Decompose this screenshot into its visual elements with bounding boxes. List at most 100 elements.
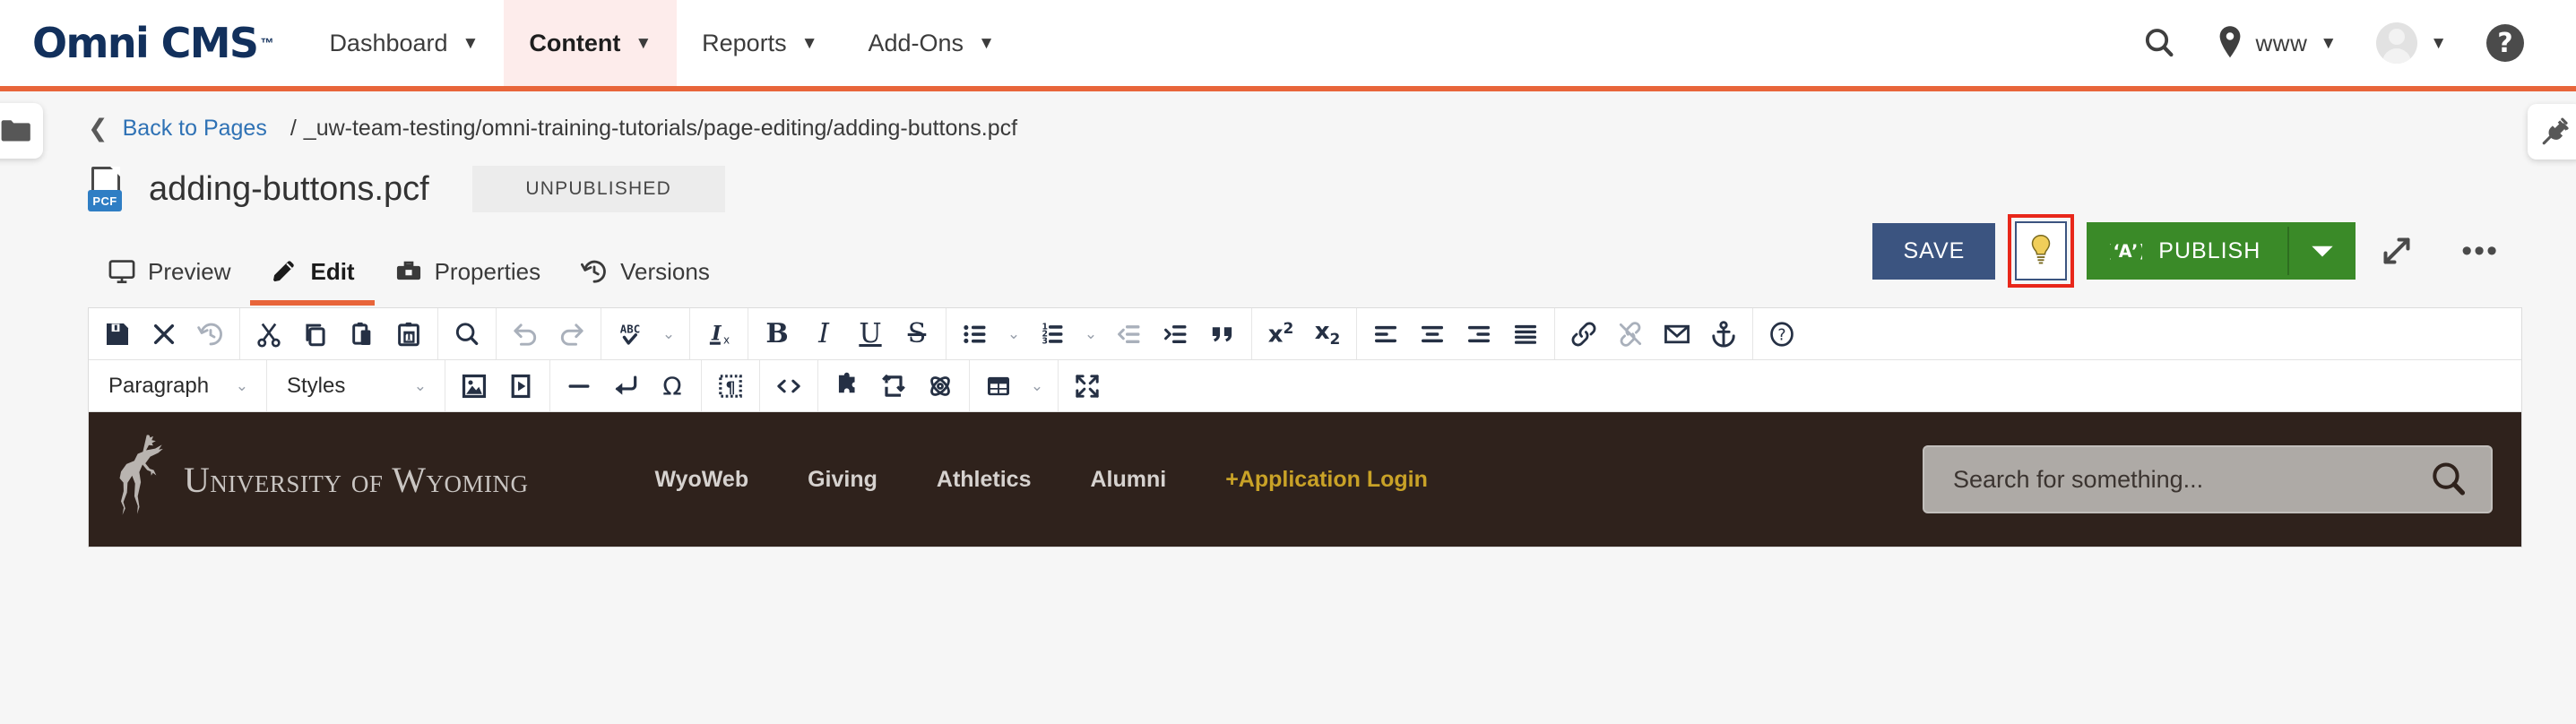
toolbar-group-insert-basic: Ω (550, 360, 702, 411)
spellcheck-chevron-down-icon[interactable]: ⌄ (653, 314, 684, 355)
publish-button[interactable]: (‘A’) PUBLISH (2087, 222, 2287, 280)
site-selector[interactable]: www ▼ (2197, 25, 2357, 61)
save-button[interactable]: SAVE (1872, 222, 1996, 280)
align-left-icon[interactable] (1362, 314, 1409, 355)
nav-item-dashboard[interactable]: Dashboard ▼ (304, 0, 504, 86)
superscript-icon[interactable]: x2 (1258, 314, 1304, 355)
toolbar-group-undo-redo (497, 308, 601, 359)
align-right-icon[interactable] (1456, 314, 1502, 355)
blockquote-icon[interactable] (1199, 314, 1246, 355)
tab-versions[interactable]: Versions (560, 257, 730, 306)
uw-nav-wyoweb[interactable]: WyoWeb (625, 467, 778, 493)
nav-item-label: Dashboard (329, 29, 448, 56)
file-navigation-toggle[interactable] (0, 103, 43, 159)
history-icon (581, 260, 606, 283)
toolbar-group-find (438, 308, 497, 359)
nav-item-content[interactable]: Content ▼ (504, 0, 678, 86)
line-break-icon[interactable] (602, 366, 649, 407)
show-blocks-icon[interactable]: ¶ (707, 366, 754, 407)
tab-preview[interactable]: Preview (88, 257, 250, 306)
insert-image-icon[interactable] (451, 366, 497, 407)
decrease-indent-icon[interactable] (1106, 314, 1153, 355)
underline-icon[interactable]: U (847, 314, 894, 355)
insert-media-icon[interactable] (497, 366, 544, 407)
source-code-icon[interactable] (765, 366, 812, 407)
status-badge: UNPUBLISHED (471, 166, 725, 212)
align-justify-icon[interactable] (1502, 314, 1549, 355)
save-icon[interactable] (94, 314, 141, 355)
table-chevron-down-icon[interactable]: ⌄ (1022, 366, 1052, 407)
bullet-list-chevron-down-icon[interactable]: ⌄ (998, 314, 1029, 355)
increase-indent-icon[interactable] (1153, 314, 1199, 355)
broadcast-icon: (‘A’) (2110, 241, 2142, 262)
chevron-down-icon: ▼ (800, 33, 818, 53)
redo-icon[interactable] (549, 314, 595, 355)
plugins-toggle[interactable] (2528, 104, 2576, 159)
find-replace-icon[interactable] (444, 314, 490, 355)
ellipsis-icon: ••• (2461, 233, 2499, 268)
paste-icon[interactable] (339, 314, 385, 355)
search-icon (2145, 29, 2174, 57)
lightbulb-icon (2032, 234, 2051, 264)
uw-search-placeholder: Search for something... (1953, 465, 2204, 493)
toolbar-group-spellcheck: ABC ⌄ (601, 308, 690, 359)
paragraph-format-select[interactable]: Paragraph ⌄ (94, 366, 261, 407)
bold-icon[interactable]: B (754, 314, 800, 355)
uw-nav-giving[interactable]: Giving (778, 467, 907, 493)
bucking-horse-icon (119, 435, 163, 515)
unlink-icon[interactable] (1607, 314, 1654, 355)
anchor-icon[interactable] (1700, 314, 1747, 355)
strikethrough-icon[interactable]: S (894, 314, 940, 355)
uw-nav-application-login[interactable]: +Application Login (1196, 467, 1457, 493)
close-icon[interactable] (141, 314, 187, 355)
italic-icon[interactable]: I (800, 314, 847, 355)
numbered-list-icon[interactable]: 123 (1029, 314, 1076, 355)
undo-icon[interactable] (502, 314, 549, 355)
remove-format-icon[interactable]: Ix (696, 314, 742, 355)
styles-select[interactable]: Styles ⌄ (272, 366, 439, 407)
email-link-icon[interactable] (1654, 314, 1700, 355)
help-button[interactable]: ? (2467, 24, 2544, 62)
tab-edit[interactable]: Edit (250, 257, 375, 306)
page-tips-button[interactable] (2015, 221, 2068, 280)
chevron-left-icon[interactable]: ❮ (88, 115, 108, 142)
uw-nav-alumni[interactable]: Alumni (1060, 467, 1196, 493)
top-navigation-bar: Omni CMS ™ Dashboard ▼ Content ▼ Reports … (0, 0, 2576, 91)
fullscreen-icon[interactable] (1064, 366, 1111, 407)
insert-component-icon[interactable] (917, 366, 964, 407)
uw-nav-athletics[interactable]: Athletics (907, 467, 1061, 493)
insert-table-icon[interactable] (975, 366, 1022, 407)
help-icon[interactable]: ? (1759, 314, 1805, 355)
spellcheck-icon[interactable]: ABC (607, 314, 653, 355)
global-search-button[interactable] (2122, 25, 2197, 61)
svg-text:?: ? (1777, 326, 1785, 344)
insert-link-icon[interactable] (1560, 314, 1607, 355)
insert-snippet-icon[interactable] (824, 366, 870, 407)
cut-icon[interactable] (246, 314, 292, 355)
tab-properties[interactable]: Properties (375, 257, 561, 306)
align-center-icon[interactable] (1409, 314, 1456, 355)
bullet-list-icon[interactable] (952, 314, 998, 355)
insert-asset-icon[interactable] (870, 366, 917, 407)
special-character-icon[interactable]: Ω (649, 366, 696, 407)
brand-logo[interactable]: Omni CMS ™ (0, 0, 304, 86)
user-menu[interactable]: ▼ (2356, 22, 2467, 64)
caret-down-icon (2312, 246, 2333, 257)
copy-icon[interactable] (292, 314, 339, 355)
chevron-down-icon: ▼ (2320, 33, 2338, 53)
uw-search-box[interactable]: Search for something... (1923, 445, 2493, 513)
expand-editor-button[interactable] (2356, 233, 2438, 269)
horizontal-rule-icon[interactable] (556, 366, 602, 407)
nav-item-addons[interactable]: Add-Ons ▼ (843, 0, 1020, 86)
numbered-list-chevron-down-icon[interactable]: ⌄ (1076, 314, 1106, 355)
subscript-icon[interactable]: x2 (1304, 314, 1351, 355)
back-to-pages-link[interactable]: Back to Pages (123, 116, 267, 142)
nav-item-reports[interactable]: Reports ▼ (677, 0, 843, 86)
toolbar-group-clipboard: T (240, 308, 438, 359)
revert-history-icon[interactable] (187, 314, 234, 355)
paste-as-text-icon[interactable]: T (385, 314, 432, 355)
publish-dropdown-button[interactable] (2287, 227, 2356, 275)
more-options-button[interactable]: ••• (2438, 233, 2522, 268)
monitor-icon (108, 260, 135, 284)
uw-logo[interactable]: UNIVERSITY OF WYOMING (119, 431, 528, 528)
